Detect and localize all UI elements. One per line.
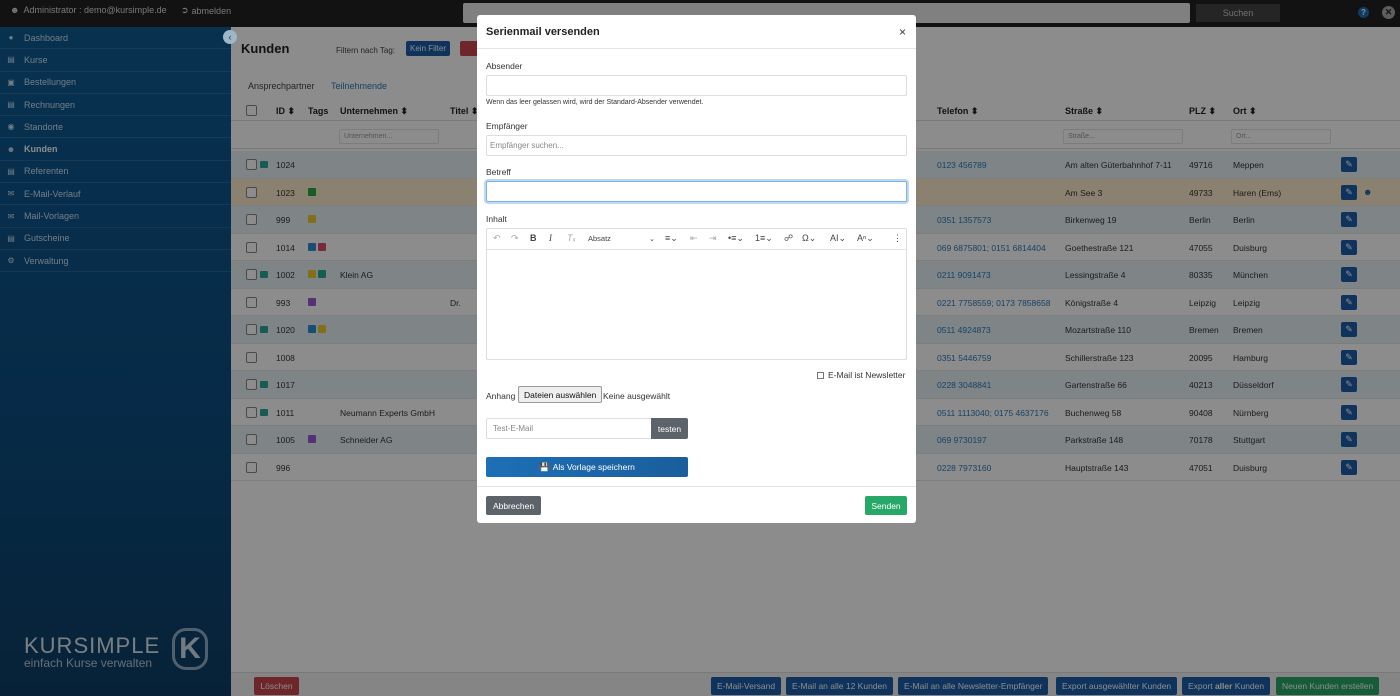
test-email-input[interactable]: Test-E-Mail — [486, 418, 652, 439]
cancel-button[interactable]: Abbrechen — [486, 496, 541, 515]
paragraph-select-value: Absatz — [588, 234, 611, 243]
newsletter-checkbox-box[interactable] — [817, 371, 824, 379]
dialog-title: Serienmail versenden — [486, 26, 600, 38]
editor-content-area[interactable] — [487, 251, 906, 359]
bold-icon[interactable]: B — [530, 233, 537, 243]
save-template-button[interactable]: 💾 Als Vorlage speichern — [486, 457, 688, 477]
align-icon[interactable]: ≡⌄ — [665, 233, 678, 244]
attachment-status: Keine ausgewählt — [603, 391, 671, 401]
recipient-label: Empfänger — [486, 121, 528, 131]
paragraph-chevron-icon[interactable]: ⌄ — [649, 235, 655, 243]
dialog-footer: Abbrechen Senden — [477, 486, 916, 523]
subject-input[interactable] — [486, 181, 907, 202]
clear-format-icon[interactable]: Tₓ — [567, 233, 576, 243]
dialog-close-icon[interactable]: × — [899, 25, 906, 39]
numbered-list-icon[interactable]: 1≡⌄ — [755, 233, 773, 244]
outdent-icon[interactable]: ⇤ — [690, 233, 698, 244]
send-button[interactable]: Senden — [865, 496, 907, 515]
bulk-mail-dialog: Serienmail versenden × Absender Wenn das… — [477, 15, 916, 523]
sender-input[interactable] — [486, 75, 907, 96]
dialog-header: Serienmail versenden × — [477, 15, 916, 49]
content-label: Inhalt — [486, 214, 507, 224]
italic-icon[interactable]: I — [549, 233, 552, 243]
save-template-label: Als Vorlage speichern — [552, 462, 635, 472]
recipient-search-input[interactable]: Empfänger suchen... — [486, 135, 907, 156]
paragraph-select[interactable]: Absatz — [588, 234, 611, 243]
rich-text-editor: ↶ ↷ B I Tₓ Absatz ⌄ ≡⌄ ⇤ ⇥ •≡⌄ 1≡⌄ ☍ Ω⌄ … — [486, 228, 907, 360]
choose-files-button[interactable]: Dateien auswählen — [518, 386, 603, 403]
newsletter-label: E-Mail ist Newsletter — [828, 370, 906, 380]
attachment-label: Anhang — [486, 391, 516, 401]
editor-toolbar: ↶ ↷ B I Tₓ Absatz ⌄ ≡⌄ ⇤ ⇥ •≡⌄ 1≡⌄ ☍ Ω⌄ … — [487, 229, 906, 250]
sender-label: Absender — [486, 61, 523, 71]
indent-icon[interactable]: ⇥ — [709, 233, 717, 244]
special-char-icon[interactable]: Ω⌄ — [802, 233, 816, 244]
newsletter-checkbox[interactable]: E-Mail ist Newsletter — [817, 370, 905, 380]
sender-hint: Wenn das leer gelassen wird, wird der St… — [486, 99, 704, 106]
test-button[interactable]: testen — [651, 418, 688, 439]
subject-label: Betreff — [486, 167, 511, 177]
font-size-icon[interactable]: AI⌄ — [830, 233, 846, 244]
redo-icon[interactable]: ↷ — [511, 233, 519, 244]
bullet-list-icon[interactable]: •≡⌄ — [728, 233, 744, 244]
more-options-icon[interactable]: ⋮ — [893, 233, 902, 244]
link-icon[interactable]: ☍ — [784, 233, 793, 244]
save-icon: 💾 — [539, 461, 550, 472]
undo-icon[interactable]: ↶ — [493, 233, 501, 244]
sidebar-collapse-icon[interactable]: ‹ — [223, 30, 237, 44]
font-style-icon[interactable]: Aⁿ⌄ — [857, 233, 874, 244]
